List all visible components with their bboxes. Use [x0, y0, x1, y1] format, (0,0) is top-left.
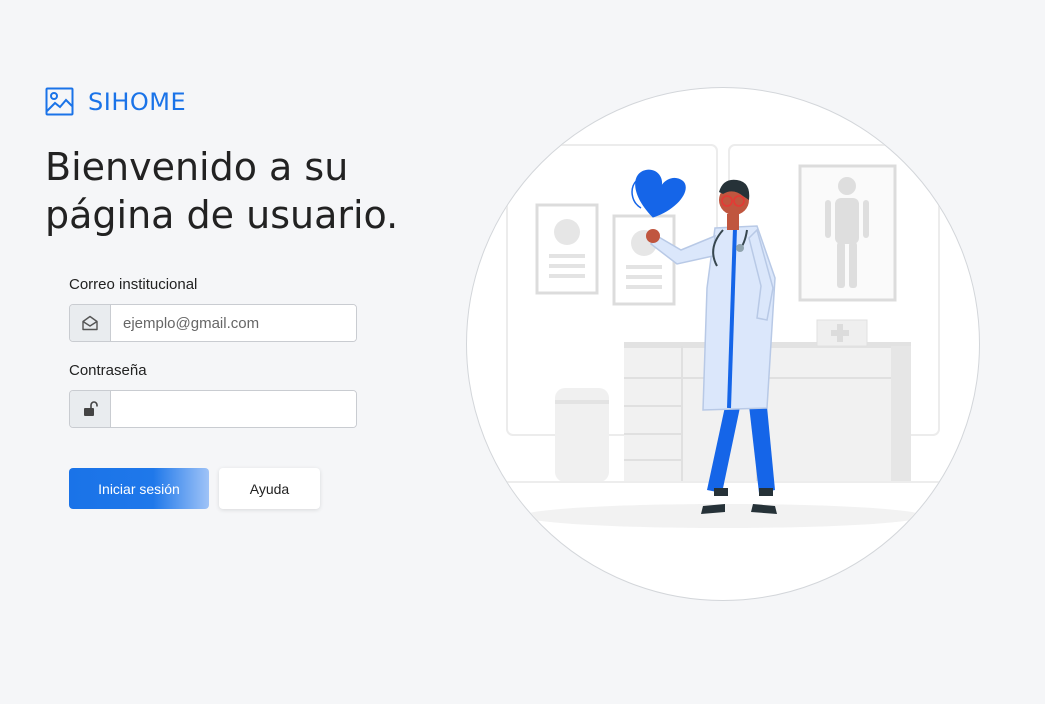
unlock-icon — [70, 391, 111, 427]
password-field[interactable] — [111, 391, 356, 427]
doctor-illustration — [466, 87, 980, 601]
page-title: Bienvenido a su página de usuario. — [45, 145, 399, 237]
login-button[interactable]: Iniciar sesión — [69, 468, 209, 509]
anatomy-poster — [798, 164, 897, 302]
email-input-group — [69, 304, 357, 342]
wall-chart-left — [535, 203, 599, 295]
help-button[interactable]: Ayuda — [219, 468, 320, 509]
wall-chart-middle — [612, 214, 676, 306]
password-input-group — [69, 390, 357, 428]
envelope-open-icon — [70, 305, 111, 341]
password-label: Contraseña — [69, 362, 147, 379]
email-label: Correo institucional — [69, 276, 198, 293]
brand-name: SIHOME — [88, 87, 187, 116]
trash-bin — [555, 388, 609, 482]
brand-logo: SIHOME — [45, 87, 186, 116]
image-icon — [45, 87, 74, 116]
email-field[interactable] — [111, 305, 356, 341]
